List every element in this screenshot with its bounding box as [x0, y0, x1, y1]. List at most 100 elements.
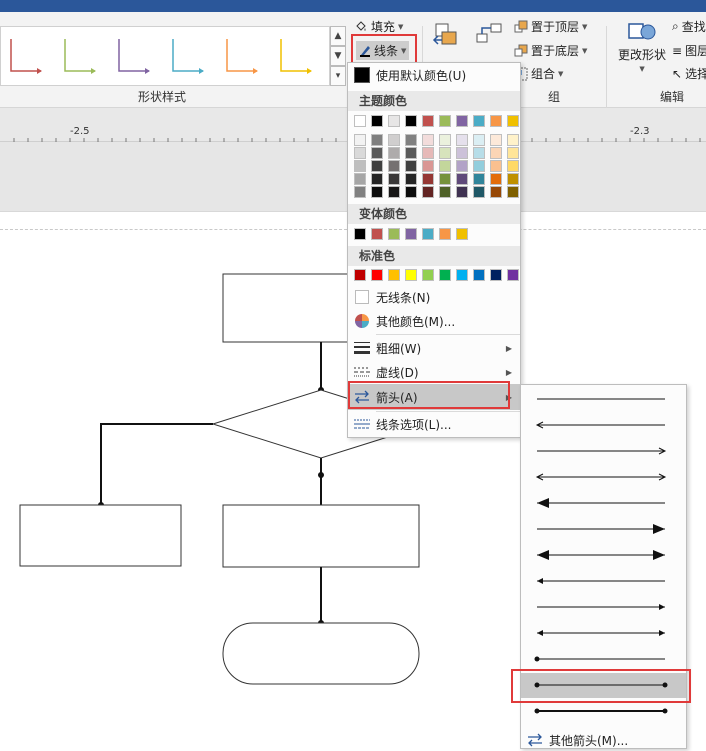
- theme-color-swatch[interactable]: [473, 115, 485, 127]
- theme-shade-swatch[interactable]: [473, 147, 485, 159]
- theme-shade-swatch[interactable]: [388, 147, 400, 159]
- theme-shade-swatch[interactable]: [507, 173, 519, 185]
- variant-color-swatch[interactable]: [422, 228, 434, 240]
- arrow-style-option[interactable]: [521, 413, 686, 438]
- theme-shade-swatch[interactable]: [422, 173, 434, 185]
- menu-item-more-colors[interactable]: 其他颜色(M)...: [348, 309, 520, 333]
- standard-color-swatch[interactable]: [473, 269, 485, 281]
- theme-shade-swatch[interactable]: [507, 186, 519, 198]
- theme-shade-swatch[interactable]: [439, 134, 451, 146]
- variant-color-swatch[interactable]: [371, 228, 383, 240]
- theme-color-swatch[interactable]: [405, 115, 417, 127]
- arrow-style-option[interactable]: [521, 439, 686, 464]
- theme-shade-swatch[interactable]: [405, 160, 417, 172]
- theme-shade-swatch[interactable]: [422, 147, 434, 159]
- theme-shade-swatch[interactable]: [405, 147, 417, 159]
- theme-shade-swatch[interactable]: [405, 186, 417, 198]
- theme-shade-swatch[interactable]: [456, 147, 468, 159]
- theme-shade-swatch[interactable]: [354, 173, 366, 185]
- arrow-style-option[interactable]: [521, 465, 686, 490]
- arrow-style-option[interactable]: [521, 595, 686, 620]
- standard-color-swatch[interactable]: [388, 269, 400, 281]
- standard-color-swatch[interactable]: [371, 269, 383, 281]
- theme-color-swatch[interactable]: [439, 115, 451, 127]
- theme-shade-swatch[interactable]: [371, 160, 383, 172]
- theme-color-swatch[interactable]: [422, 115, 434, 127]
- theme-shade-swatch[interactable]: [422, 160, 434, 172]
- standard-color-swatch[interactable]: [405, 269, 417, 281]
- process-box-left[interactable]: [19, 504, 182, 567]
- theme-shade-swatch[interactable]: [473, 160, 485, 172]
- theme-shade-swatch[interactable]: [473, 186, 485, 198]
- standard-color-swatch[interactable]: [456, 269, 468, 281]
- arrow-style-option[interactable]: [521, 517, 686, 542]
- theme-shade-swatch[interactable]: [490, 147, 502, 159]
- theme-shade-swatch[interactable]: [354, 134, 366, 146]
- theme-shade-swatch[interactable]: [456, 173, 468, 185]
- arrow-style-option[interactable]: [521, 387, 686, 412]
- standard-color-swatch[interactable]: [422, 269, 434, 281]
- theme-shade-swatch[interactable]: [405, 173, 417, 185]
- process-box-top[interactable]: [222, 273, 354, 343]
- theme-shade-swatch[interactable]: [473, 134, 485, 146]
- arrow-style-option[interactable]: [521, 621, 686, 646]
- standard-color-swatch[interactable]: [490, 269, 502, 281]
- theme-shade-swatch[interactable]: [388, 173, 400, 185]
- variant-color-swatch[interactable]: [354, 228, 366, 240]
- standard-color-swatch[interactable]: [439, 269, 451, 281]
- theme-color-swatch[interactable]: [388, 115, 400, 127]
- theme-shade-swatch[interactable]: [439, 147, 451, 159]
- theme-shade-swatch[interactable]: [388, 160, 400, 172]
- connector-decision-to-left[interactable]: [100, 423, 213, 505]
- theme-shade-swatch[interactable]: [456, 160, 468, 172]
- theme-shade-swatch[interactable]: [422, 186, 434, 198]
- theme-shade-swatch[interactable]: [507, 134, 519, 146]
- theme-shade-swatch[interactable]: [354, 186, 366, 198]
- theme-shade-swatch[interactable]: [507, 160, 519, 172]
- theme-shade-swatch[interactable]: [507, 147, 519, 159]
- theme-shade-swatch[interactable]: [456, 134, 468, 146]
- theme-color-swatch[interactable]: [354, 115, 366, 127]
- variant-color-swatch[interactable]: [456, 228, 468, 240]
- theme-shade-swatch[interactable]: [439, 160, 451, 172]
- variant-color-swatch[interactable]: [439, 228, 451, 240]
- theme-color-swatch[interactable]: [490, 115, 502, 127]
- theme-shade-swatch[interactable]: [422, 134, 434, 146]
- menu-item-weight[interactable]: 粗细(W) ▶: [348, 336, 520, 360]
- variant-color-swatch[interactable]: [388, 228, 400, 240]
- theme-shade-swatch[interactable]: [388, 134, 400, 146]
- menu-item-no-line[interactable]: 无线条(N): [348, 285, 520, 309]
- arrow-style-option[interactable]: [521, 491, 686, 516]
- terminal-shape[interactable]: [222, 622, 420, 685]
- arrow-style-option[interactable]: [521, 569, 686, 594]
- theme-shade-swatch[interactable]: [371, 147, 383, 159]
- standard-color-swatch[interactable]: [507, 269, 519, 281]
- theme-shade-swatch[interactable]: [490, 173, 502, 185]
- theme-shade-swatch[interactable]: [371, 186, 383, 198]
- theme-color-swatch[interactable]: [371, 115, 383, 127]
- theme-color-swatch[interactable]: [456, 115, 468, 127]
- process-box-middle[interactable]: [222, 504, 420, 568]
- theme-shade-swatch[interactable]: [405, 134, 417, 146]
- theme-color-swatch[interactable]: [507, 115, 519, 127]
- theme-shade-swatch[interactable]: [371, 134, 383, 146]
- theme-shade-swatch[interactable]: [473, 173, 485, 185]
- theme-shade-swatch[interactable]: [490, 186, 502, 198]
- variant-color-swatch[interactable]: [405, 228, 417, 240]
- arrow-style-option[interactable]: [521, 543, 686, 568]
- theme-shade-swatch[interactable]: [456, 186, 468, 198]
- menu-item-line-options[interactable]: 线条选项(L)...: [348, 412, 520, 436]
- submenu-arrow-icon: ▶: [505, 367, 512, 377]
- theme-shade-swatch[interactable]: [439, 186, 451, 198]
- theme-shade-swatch[interactable]: [388, 186, 400, 198]
- theme-shade-swatch[interactable]: [371, 173, 383, 185]
- menu-item-more-arrows[interactable]: 其他箭头(M)...: [521, 729, 686, 751]
- theme-shade-swatch[interactable]: [490, 160, 502, 172]
- theme-shade-swatch[interactable]: [490, 134, 502, 146]
- theme-shade-swatch[interactable]: [354, 160, 366, 172]
- theme-shade-swatch[interactable]: [439, 173, 451, 185]
- standard-color-swatch[interactable]: [354, 269, 366, 281]
- menu-item-default-color[interactable]: 使用默认颜色(U): [348, 63, 520, 87]
- theme-shade-swatch[interactable]: [354, 147, 366, 159]
- menu-separator: [376, 334, 520, 335]
